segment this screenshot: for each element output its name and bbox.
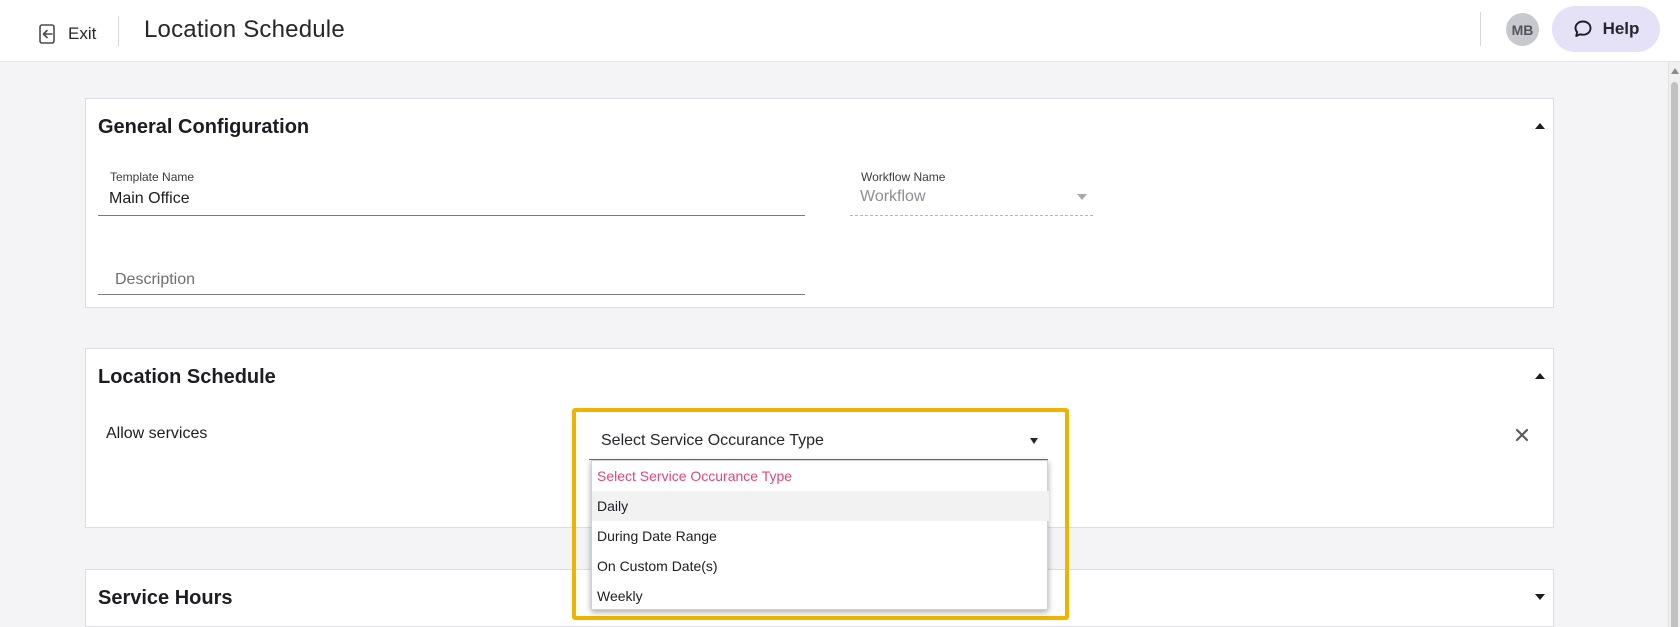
occurance-dropdown-menu: Select Service Occurance Type Daily Duri…	[591, 460, 1049, 611]
general-configuration-panel: General Configuration Template Name Main…	[85, 98, 1554, 308]
select-value: Select Service Occurance Type	[601, 432, 824, 449]
service-occurance-select[interactable]: Select Service Occurance Type	[589, 423, 1048, 460]
workflow-underline	[850, 215, 1093, 216]
chat-bubble-icon	[1574, 20, 1592, 37]
description-underline	[98, 294, 805, 295]
page-title: Location Schedule	[144, 16, 345, 43]
collapse-general-caret[interactable]	[1535, 123, 1545, 129]
exit-icon	[39, 24, 55, 44]
top-bar: Exit Location Schedule MB Help	[0, 0, 1680, 62]
option-during-date-range[interactable]: During Date Range	[592, 521, 1049, 551]
template-name-label: Template Name	[110, 170, 195, 184]
template-name-underline	[98, 215, 805, 216]
workflow-select[interactable]: Workflow	[860, 188, 926, 206]
scroll-up-arrow[interactable]	[1671, 68, 1679, 74]
location-schedule-title: Location Schedule	[98, 366, 276, 388]
option-on-custom-dates[interactable]: On Custom Date(s)	[592, 551, 1049, 581]
avatar[interactable]: MB	[1506, 13, 1539, 46]
exit-button[interactable]: Exit	[38, 20, 96, 48]
select-chevron-down-icon	[1030, 438, 1038, 444]
header-divider	[118, 16, 119, 46]
option-placeholder[interactable]: Select Service Occurance Type	[592, 461, 1049, 491]
workflow-name-label: Workflow Name	[861, 170, 946, 184]
workflow-chevron-down-icon[interactable]	[1077, 194, 1087, 200]
help-label: Help	[1602, 19, 1640, 38]
option-daily[interactable]: Daily	[592, 491, 1049, 521]
scrollbar[interactable]	[1668, 62, 1680, 627]
header-divider-right	[1480, 12, 1481, 46]
expand-hours-caret[interactable]	[1535, 594, 1545, 600]
option-weekly[interactable]: Weekly	[592, 581, 1049, 611]
help-button[interactable]: Help	[1552, 6, 1660, 52]
general-configuration-title: General Configuration	[98, 116, 310, 138]
template-name-input[interactable]: Main Office	[109, 190, 190, 208]
close-icon[interactable]	[1514, 427, 1530, 443]
allow-services-label: Allow services	[106, 425, 208, 442]
exit-label: Exit	[68, 24, 97, 43]
scroll-thumb[interactable]	[1671, 82, 1678, 627]
collapse-schedule-caret[interactable]	[1535, 373, 1545, 379]
service-hours-title: Service Hours	[98, 587, 233, 609]
description-input[interactable]: Description	[115, 271, 195, 289]
